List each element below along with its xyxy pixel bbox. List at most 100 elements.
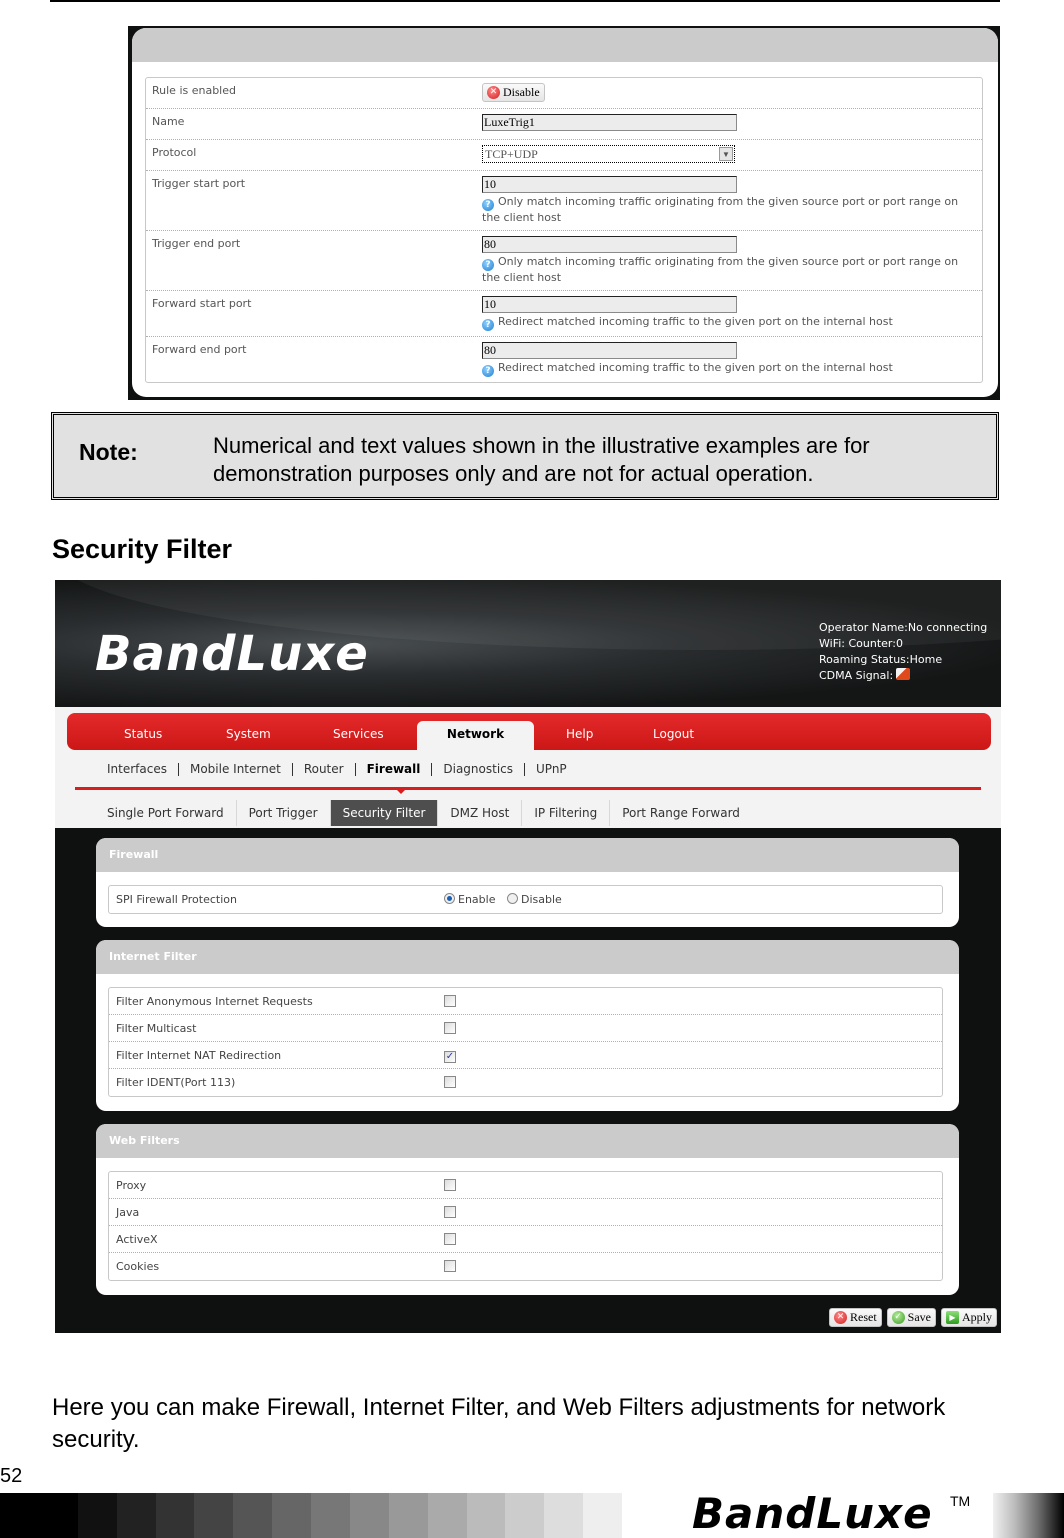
tab-system[interactable]: System (226, 727, 271, 741)
field-label: Name (152, 115, 185, 128)
tab-ip-filtering[interactable]: IP Filtering (522, 800, 611, 826)
protocol-select[interactable]: TCP+UDP ▼ (482, 145, 735, 163)
disable-button[interactable]: ✕ Disable (482, 83, 545, 102)
play-icon: ▶ (946, 1311, 959, 1324)
note-text: Numerical and text values shown in the i… (213, 433, 870, 486)
spi-firewall-radios: Enable Disable (444, 893, 570, 906)
separator (524, 762, 526, 776)
field-label: Forward end port (152, 343, 247, 356)
form-row-trigger-start: Trigger start port 10 ? Only match incomi… (146, 171, 982, 231)
help-icon: ? (482, 319, 494, 331)
field-hint: ? Redirect matched incoming traffic to th… (482, 315, 972, 331)
section-header: Internet Filter (96, 940, 959, 974)
forward-start-port-input[interactable]: 10 (482, 296, 737, 313)
tab-port-range-forward[interactable]: Port Range Forward (610, 800, 752, 826)
proxy-checkbox[interactable] (444, 1179, 456, 1191)
separator (291, 762, 293, 776)
spi-firewall-row: SPI Firewall Protection Enable Disable (109, 886, 942, 913)
name-input[interactable]: LuxeTrig1 (482, 114, 737, 131)
activex-checkbox[interactable] (444, 1233, 456, 1245)
grayscale-swatch (233, 1493, 273, 1538)
filter-row: Java (109, 1199, 942, 1226)
filter-row: Filter Multicast (109, 1015, 942, 1042)
main-nav: Status System Services Network Help Logo… (67, 713, 991, 750)
filter-ident-checkbox[interactable] (444, 1076, 456, 1088)
forward-end-port-input[interactable]: 80 (482, 342, 737, 359)
separator (431, 762, 433, 776)
tab-single-port-forward[interactable]: Single Port Forward (95, 800, 237, 826)
filter-nat-redirection-checkbox[interactable]: ✓ (444, 1051, 456, 1063)
filter-row: Filter Anonymous Internet Requests (109, 988, 942, 1015)
security-filter-screenshot: BandLuxe Operator Name:No connecting WiF… (55, 580, 1001, 1333)
section-title: Security Filter (52, 534, 233, 564)
subnav-mobile-internet[interactable]: Mobile Internet (190, 762, 281, 776)
firewall-section: Firewall SPI Firewall Protection Enable … (96, 838, 959, 927)
field-hint: ? Redirect matched incoming traffic to th… (482, 361, 972, 377)
help-icon: ? (482, 199, 494, 211)
subnav-upnp[interactable]: UPnP (536, 762, 567, 776)
reset-button[interactable]: ✕ Reset (829, 1308, 882, 1327)
sub-nav: Interfaces Mobile Internet Router Firewa… (107, 762, 567, 776)
grayscale-swatch (194, 1493, 234, 1538)
tab-services[interactable]: Services (333, 727, 384, 741)
form-row-name: Name LuxeTrig1 (146, 109, 982, 140)
filter-row: Proxy (109, 1172, 942, 1199)
close-circle-icon: ✕ (487, 86, 500, 99)
help-icon: ? (482, 259, 494, 271)
grayscale-swatch (388, 1493, 428, 1538)
top-rule (50, 0, 1000, 2)
subnav-firewall[interactable]: Firewall (367, 762, 421, 776)
field-label: Trigger end port (152, 237, 241, 250)
form-row-forward-start: Forward start port 10 ? Redirect matched … (146, 291, 982, 337)
tab-status[interactable]: Status (124, 727, 162, 741)
subnav-router[interactable]: Router (304, 762, 344, 776)
grayscale-swatch (466, 1493, 506, 1538)
web-filters-section: Web Filters Proxy Java ActiveX Cookies (96, 1124, 959, 1295)
filter-anonymous-checkbox[interactable] (444, 995, 456, 1007)
grayscale-gradient (993, 1493, 1064, 1538)
grayscale-swatch (272, 1493, 311, 1538)
subnav-interfaces[interactable]: Interfaces (107, 762, 167, 776)
grayscale-swatch (0, 1493, 39, 1538)
nav-divider (75, 787, 981, 794)
form-row-trigger-end: Trigger end port 80 ? Only match incoming… (146, 231, 982, 291)
grayscale-swatch (38, 1493, 78, 1538)
field-hint: ? Only match incoming traffic originating… (482, 195, 959, 224)
tab-security-filter[interactable]: Security Filter (330, 800, 439, 826)
grayscale-swatch (155, 1493, 195, 1538)
port-trigger-screenshot: Rule is enabled ✕ Disable Name LuxeTrig1… (128, 26, 1000, 400)
tab-port-trigger[interactable]: Port Trigger (237, 800, 331, 826)
cookies-checkbox[interactable] (444, 1260, 456, 1272)
field-label: Trigger start port (152, 177, 246, 190)
filter-multicast-checkbox[interactable] (444, 1022, 456, 1034)
subnav-diagnostics[interactable]: Diagnostics (443, 762, 513, 776)
tab-dmz-host[interactable]: DMZ Host (438, 800, 523, 826)
enable-radio[interactable] (444, 893, 455, 904)
trigger-start-port-input[interactable]: 10 (482, 176, 737, 193)
reset-icon: ✕ (834, 1311, 847, 1324)
internet-filter-section: Internet Filter Filter Anonymous Interne… (96, 940, 959, 1111)
firewall-tabs: Single Port Forward Port Trigger Securit… (95, 800, 752, 826)
tab-help[interactable]: Help (566, 727, 593, 741)
trademark-symbol: TM (950, 1493, 971, 1509)
chevron-down-icon: ▼ (719, 147, 733, 161)
internet-filter-table: Filter Anonymous Internet Requests Filte… (108, 987, 943, 1097)
firewall-table: SPI Firewall Protection Enable Disable (108, 885, 943, 914)
apply-button[interactable]: ▶ Apply (941, 1308, 997, 1327)
grayscale-bar (0, 1493, 622, 1538)
row-label: SPI Firewall Protection (116, 893, 237, 906)
grayscale-swatch (505, 1493, 545, 1538)
description-text: Here you can make Firewall, Internet Fil… (52, 1394, 946, 1453)
trigger-end-port-input[interactable]: 80 (482, 236, 737, 253)
tab-logout[interactable]: Logout (653, 727, 694, 741)
tab-network[interactable]: Network (417, 721, 534, 750)
field-hint: ? Only match incoming traffic originating… (482, 255, 959, 284)
form-row-protocol: Protocol TCP+UDP ▼ (146, 140, 982, 171)
web-filters-table: Proxy Java ActiveX Cookies (108, 1171, 943, 1281)
section-header: Web Filters (96, 1124, 959, 1158)
disable-radio[interactable] (506, 893, 518, 904)
save-button[interactable]: ✓ Save (886, 1308, 936, 1327)
java-checkbox[interactable] (444, 1206, 456, 1218)
filter-row: ActiveX (109, 1226, 942, 1253)
action-buttons: ✕ Reset ✓ Save ▶ Apply (829, 1308, 997, 1327)
